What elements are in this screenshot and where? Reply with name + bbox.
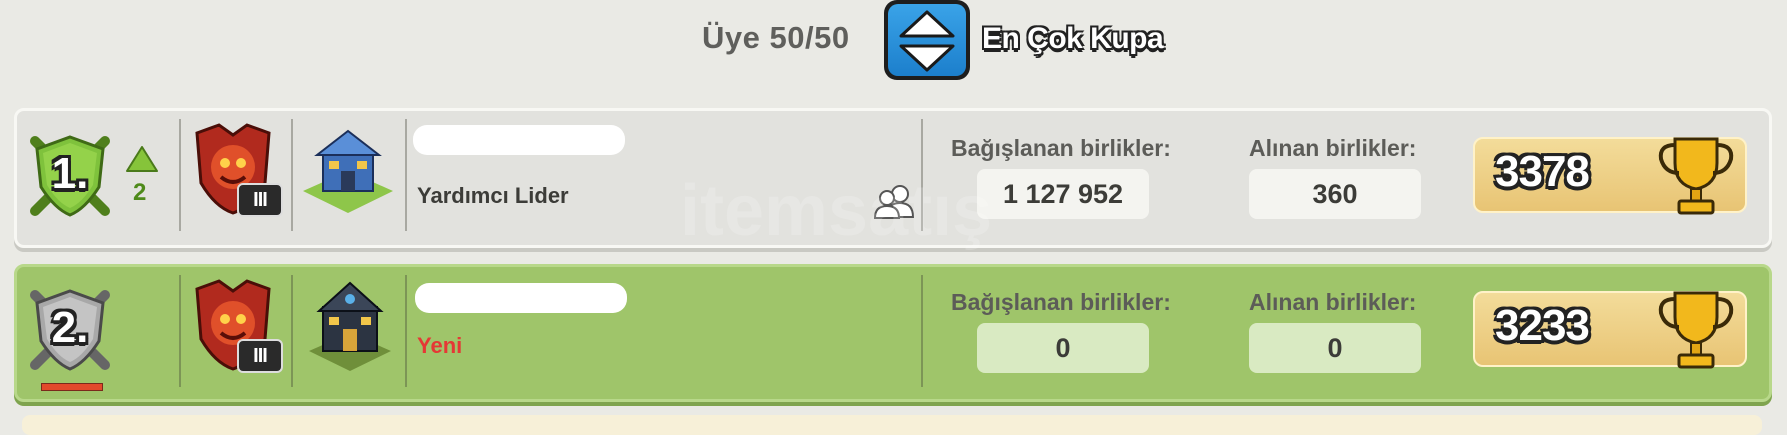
- league-badge[interactable]: III: [189, 279, 283, 373]
- sort-button[interactable]: [884, 0, 970, 80]
- town-hall-icon: [309, 281, 391, 371]
- rank-number: 1.: [51, 149, 89, 198]
- rank-up-arrow-icon: [126, 146, 158, 172]
- watermark: itemsatış: [680, 171, 993, 251]
- received-value: 360: [1249, 169, 1421, 219]
- donated-value: 0: [977, 323, 1149, 373]
- divider: [291, 275, 293, 387]
- donated-label: Bağışlanan birlikler:: [951, 289, 1171, 315]
- divider: [179, 275, 181, 387]
- sort-up-down-icon: [899, 10, 955, 72]
- player-name-redacted: [415, 283, 627, 313]
- member-row[interactable]: 2. III Yeni Bağışlanan birlikler: 0 Alın…: [14, 264, 1772, 402]
- activity-bar: [41, 383, 103, 391]
- divider: [179, 119, 181, 231]
- received-label: Alınan birlikler:: [1249, 289, 1417, 315]
- town-hall-icon: [303, 129, 393, 213]
- trophy-count: 3378: [1495, 147, 1590, 196]
- trophy-count: 3233: [1495, 301, 1590, 350]
- member-row-partial[interactable]: [22, 415, 1762, 435]
- received-label: Alınan birlikler:: [1249, 135, 1417, 161]
- rank-shield: 2.: [25, 283, 115, 373]
- divider: [405, 275, 407, 387]
- rank-shield: 1.: [25, 129, 115, 219]
- rank-change: 2: [133, 179, 147, 206]
- sort-label: En Çok Kupa: [982, 22, 1164, 55]
- divider: [921, 275, 923, 387]
- member-count: Üye 50/50: [702, 20, 850, 55]
- divider: [405, 119, 407, 231]
- player-name-redacted: [413, 125, 625, 155]
- rank-number: 2.: [51, 303, 89, 352]
- trophy-box: 3378: [1473, 137, 1747, 215]
- trophy-icon: [1658, 137, 1734, 215]
- league-tier: III: [237, 339, 283, 373]
- divider: [291, 119, 293, 231]
- member-role: Yardımcı Lider: [417, 183, 569, 208]
- trophy-box: 3233: [1473, 291, 1747, 369]
- league-tier: III: [237, 183, 283, 217]
- league-badge[interactable]: III: [189, 123, 283, 217]
- trophy-icon: [1658, 291, 1734, 369]
- member-list-header: Üye 50/50 En Çok Kupa: [0, 0, 1787, 100]
- member-role: Yeni: [417, 333, 463, 358]
- donated-value: 1 127 952: [977, 169, 1149, 219]
- donated-label: Bağışlanan birlikler:: [951, 135, 1171, 161]
- received-value: 0: [1249, 323, 1421, 373]
